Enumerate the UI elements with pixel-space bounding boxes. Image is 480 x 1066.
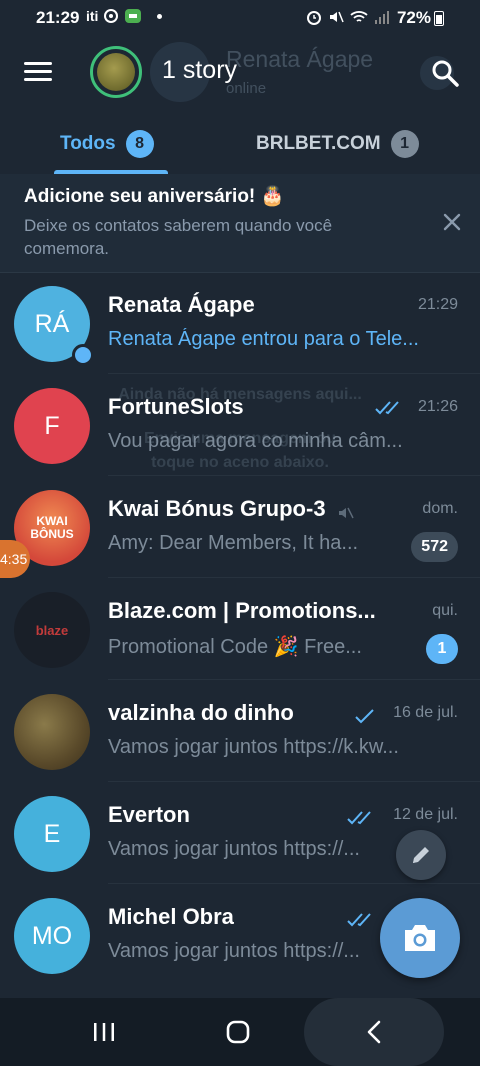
chat-time: 12 de jul. <box>393 806 458 823</box>
double-check-icon <box>347 811 371 825</box>
chat-preview: Vamos jogar juntos https://... <box>108 940 360 962</box>
chat-name: Michel Obra <box>108 904 234 929</box>
status-right-icons <box>306 9 390 25</box>
chat-row-valzinha[interactable]: valzinha do dinho 16 de jul. Vamos jogar… <box>0 680 480 782</box>
app-header: 1 story Renata Ágape online <box>0 36 480 108</box>
birthday-banner[interactable]: Adicione seu aniversário! 🎂 Deixe os con… <box>0 174 480 273</box>
chat-preview: Vamos jogar juntos https://k.kw... <box>108 736 399 758</box>
avatar: blaze <box>14 592 90 668</box>
double-check-icon <box>375 401 399 415</box>
back-icon <box>367 1020 381 1044</box>
chat-name: Renata Ágape <box>108 292 255 317</box>
double-check-icon <box>347 913 371 927</box>
chat-name: Kwai Bónus Grupo-3 <box>108 496 326 521</box>
whatsapp-icon <box>125 9 142 23</box>
recent-apps-icon <box>94 1023 114 1041</box>
tab-todos-count: 8 <box>125 130 154 158</box>
banner-text: Deixe os contatos saberem quando você co… <box>24 216 333 258</box>
mute-icon <box>330 11 344 23</box>
status-dot <box>157 14 162 19</box>
camera-story-button[interactable] <box>380 898 460 978</box>
banner-title: Adicione seu aniversário! 🎂 <box>24 186 285 207</box>
status-bar: 21:29 iti 72% <box>0 0 480 36</box>
chat-time: 16 de jul. <box>393 704 458 721</box>
chat-time: qui. <box>432 602 458 619</box>
tab-todos-label: Todos <box>60 133 116 154</box>
chat-time: 21:29 <box>417 296 458 313</box>
avatar: E <box>14 796 90 872</box>
signal-icon <box>375 11 389 24</box>
check-icon <box>355 709 374 724</box>
chat-name: Blaze.com | Promotions... <box>108 598 376 623</box>
menu-icon[interactable] <box>24 62 52 84</box>
battery-indicator: 72% <box>397 8 444 28</box>
chat-name: FortuneSlots <box>108 394 244 419</box>
avatar: MO <box>14 898 90 974</box>
chat-time: 21:26 <box>417 398 458 415</box>
status-left-icons: iti <box>86 8 142 24</box>
tab-brlbet-count: 1 <box>390 130 419 158</box>
chat-row-renata[interactable]: RÁ Renata Ágape 21:29 Renata Ágape entro… <box>0 272 480 374</box>
chat-row-blaze[interactable]: blaze Blaze.com | Promotions... qui. Pro… <box>0 578 480 680</box>
chat-preview: Vou pagar agora co minha câm... <box>108 430 403 452</box>
system-nav-bar <box>0 998 480 1066</box>
tab-brlbet[interactable]: BRLBET.COM 1 <box>256 130 419 158</box>
home-button[interactable] <box>206 998 270 1066</box>
chat-preview: Vamos jogar juntos https://... <box>108 838 360 860</box>
close-icon[interactable] <box>440 210 464 234</box>
wifi-icon <box>350 11 368 22</box>
battery-icon <box>434 10 444 26</box>
ghost-chat-name: Renata Ágape <box>226 46 374 72</box>
tab-brlbet-label: BRLBET.COM <box>256 133 381 154</box>
pencil-icon <box>413 847 429 863</box>
unread-badge: 1 <box>426 634 458 664</box>
chat-preview: Amy: Dear Members, It ha... <box>108 532 359 554</box>
battery-percent: 72% <box>396 8 431 27</box>
carrier-label: iti <box>86 8 99 24</box>
avatar <box>14 694 90 770</box>
chat-time: dom. <box>422 500 458 517</box>
story-avatar[interactable] <box>90 46 142 98</box>
chat-name: valzinha do dinho <box>108 700 294 725</box>
recent-apps-button[interactable] <box>72 998 136 1066</box>
back-button[interactable] <box>342 998 406 1066</box>
camera-icon <box>405 925 435 951</box>
muted-icon <box>339 507 354 519</box>
chat-row-fortuneslots[interactable]: F FortuneSlots 21:26 Vou pagar agora co … <box>0 374 480 476</box>
notification-icon <box>104 9 119 23</box>
status-time: 21:29 <box>36 8 80 27</box>
home-icon <box>226 1020 250 1044</box>
chat-preview: Renata Ágape entrou para o Tele... <box>108 328 419 350</box>
chat-name: Everton <box>108 802 190 827</box>
alarm-icon <box>307 11 321 25</box>
search-icon[interactable] <box>430 58 460 88</box>
avatar: F <box>14 388 90 464</box>
new-message-button[interactable] <box>396 830 446 880</box>
chat-row-kwai[interactable]: KWAI BÔNUS Kwai Bónus Grupo-3 dom. Amy: … <box>0 476 480 578</box>
unread-badge: 572 <box>411 532 458 562</box>
chat-preview: Promotional Code 🎉 Free... <box>108 636 362 658</box>
ghost-chat-status: online <box>226 80 267 97</box>
folder-tabs: Todos 8 BRLBET.COM 1 <box>0 118 480 174</box>
online-indicator <box>72 344 94 366</box>
tab-todos[interactable]: Todos 8 <box>60 130 154 158</box>
